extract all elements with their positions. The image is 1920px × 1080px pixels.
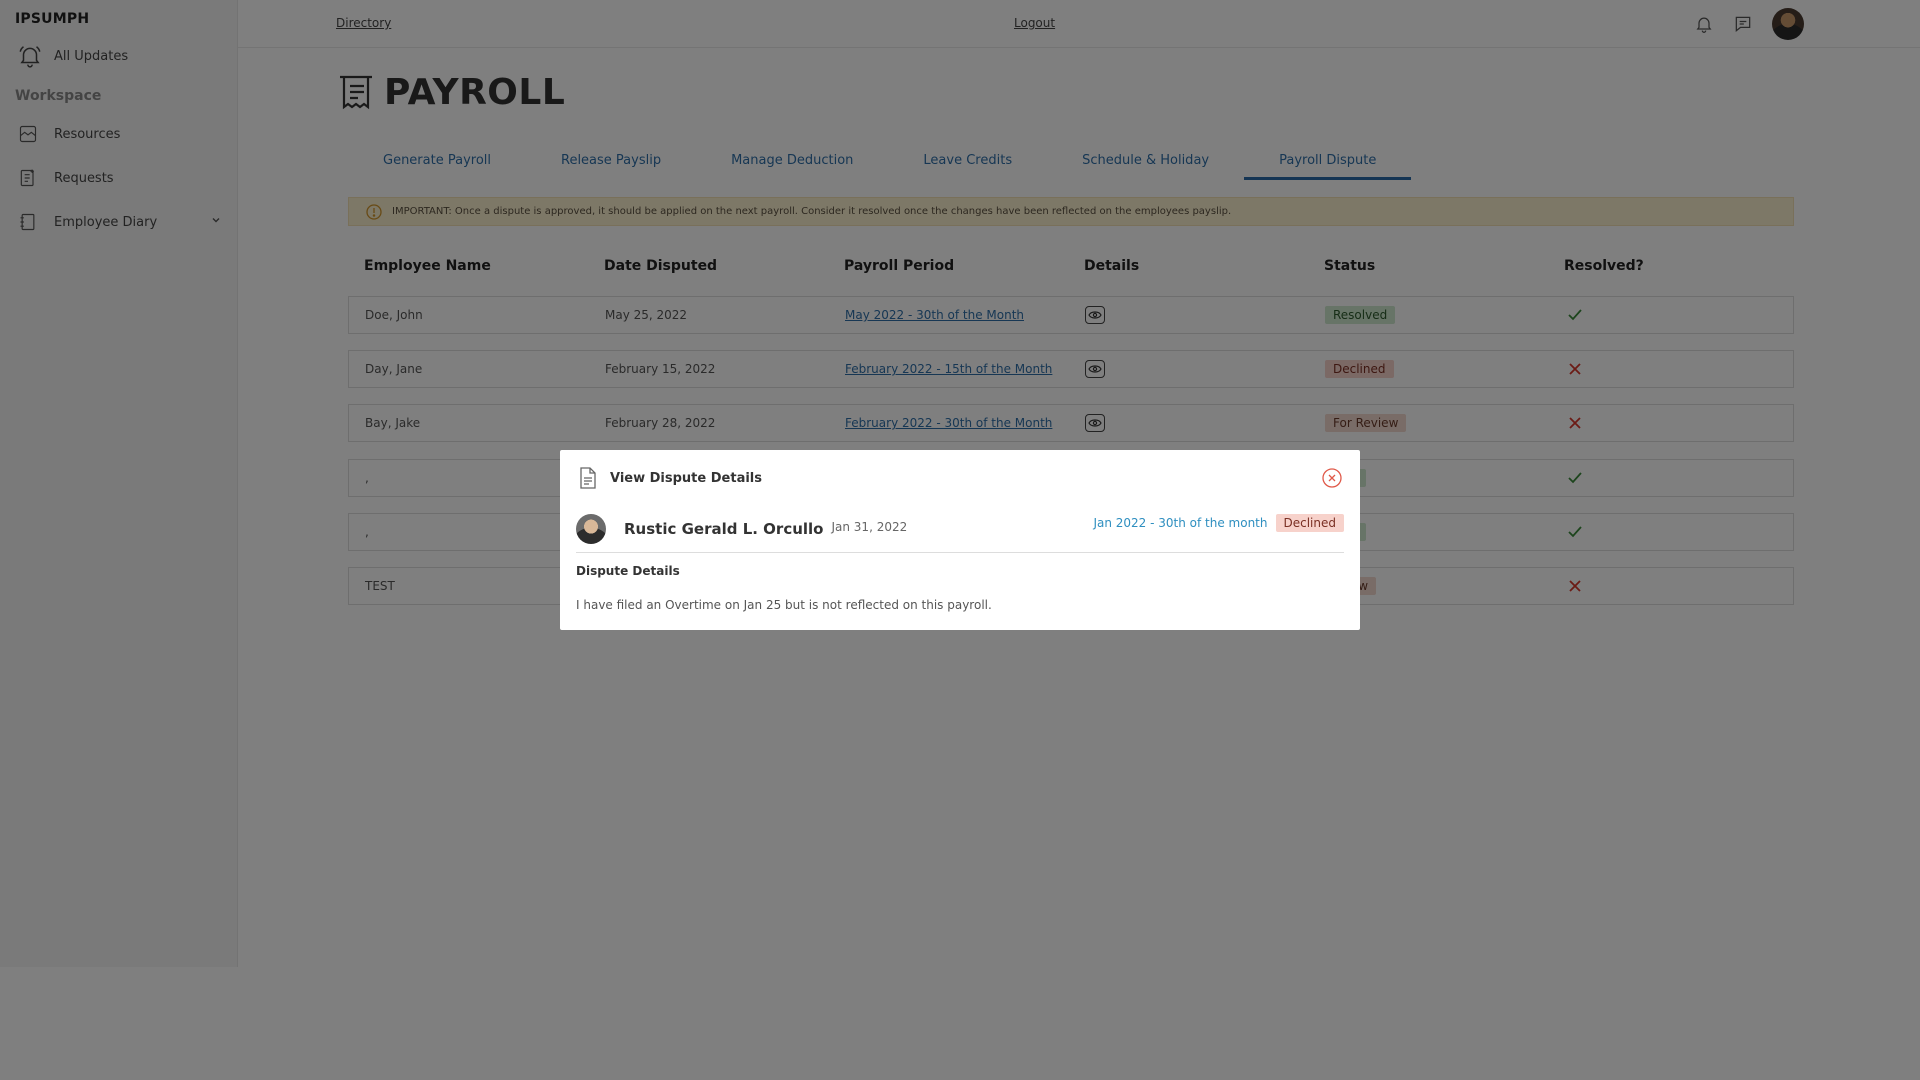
employee-info: Rustic Gerald L. Orcullo Jan 31, 2022 <box>576 514 907 544</box>
close-icon[interactable] <box>1322 468 1342 488</box>
dispute-details-modal: View Dispute Details Rustic Gerald L. Or… <box>560 450 1360 630</box>
status-badge: Declined <box>1275 514 1344 532</box>
divider <box>576 552 1344 553</box>
dispute-details-text: I have filed an Overtime on Jan 25 but i… <box>576 598 992 612</box>
payroll-period-link[interactable]: Jan 2022 - 30th of the month <box>1093 516 1267 530</box>
modal-title: View Dispute Details <box>610 470 762 486</box>
document-icon <box>578 467 600 489</box>
modal-header: View Dispute Details <box>578 467 762 489</box>
employee-avatar <box>576 514 606 544</box>
dispute-date: Jan 31, 2022 <box>831 520 908 534</box>
employee-name: Rustic Gerald L. Orcullo <box>624 520 824 538</box>
dispute-details-heading: Dispute Details <box>576 564 680 578</box>
dispute-period-info: Jan 2022 - 30th of the month Declined <box>1093 514 1344 532</box>
